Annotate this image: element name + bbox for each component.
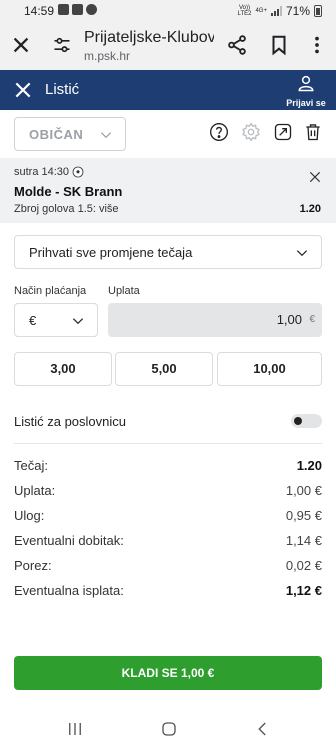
notification-icons: [58, 4, 97, 15]
system-nav-bar: [0, 708, 336, 750]
event-market: Zbroj golova 1.5: više: [14, 203, 119, 215]
close-icon[interactable]: [10, 34, 32, 56]
more-vert-icon[interactable]: [306, 34, 328, 56]
quick-amount-button[interactable]: 3,00: [14, 352, 112, 386]
tune-icon[interactable]: [52, 35, 72, 55]
page-title[interactable]: Prijateljske-Klubovi...: [84, 29, 214, 47]
share-icon[interactable]: [226, 34, 248, 56]
summary-row-odds: Tečaj: 1.20: [14, 458, 322, 476]
place-bet-button[interactable]: KLADI SE 1,00 €: [14, 656, 322, 690]
quick-amount-button[interactable]: 10,00: [217, 352, 322, 386]
payment-method-label: Način plaćanja: [14, 285, 87, 297]
remove-selection-icon[interactable]: [308, 170, 322, 184]
bookmark-icon[interactable]: [268, 34, 290, 56]
divider: [14, 443, 322, 444]
close-betslip-icon[interactable]: [13, 80, 33, 100]
bet-type-select[interactable]: OBIČAN: [14, 117, 126, 151]
summary-row-potential-win: Eventualni dobitak: 1,14 €: [14, 533, 322, 551]
home-icon[interactable]: [160, 720, 178, 738]
settings-icon[interactable]: [241, 122, 261, 142]
summary-value: 1,14 €: [285, 533, 322, 548]
gallery-icon: [58, 4, 69, 15]
summary-label: Tečaj:: [14, 458, 48, 473]
recents-icon[interactable]: [66, 720, 84, 738]
chevron-down-icon: [296, 250, 308, 257]
back-icon[interactable]: [254, 720, 272, 738]
login-label: Prijavi se: [286, 98, 326, 108]
toggle-knob: [294, 417, 302, 425]
stake-currency: €: [309, 314, 315, 325]
battery-icon: [314, 5, 322, 17]
chevron-down-icon: [72, 318, 84, 325]
betslip-header: Listić Prijavi se: [0, 70, 336, 110]
status-time: 14:59: [24, 4, 55, 18]
stake-input[interactable]: 1,00 €: [108, 303, 322, 337]
network-bottom-label: LTE2: [237, 11, 252, 17]
event-time-row: sutra 14:30: [14, 166, 84, 178]
summary-value: 1,00 €: [285, 483, 322, 498]
summary-value: 0,02 €: [285, 558, 322, 573]
summary-label: Eventualna isplata:: [14, 583, 124, 598]
amount-label: Uplata: [108, 285, 140, 297]
bet-type-value: OBIČAN: [29, 127, 84, 142]
event-match: Molde - SK Brann: [14, 184, 123, 199]
share-ticket-icon[interactable]: [273, 122, 293, 142]
currency-value: €: [29, 313, 37, 328]
summary-row-stake: Ulog: 0,95 €: [14, 508, 322, 526]
status-right: Vo)) LTE2 4G+ 71%: [238, 4, 322, 18]
browser-toolbar: Prijateljske-Klubovi... m.psk.hr: [0, 22, 336, 70]
chevron-down-icon: [100, 132, 112, 139]
soccer-ball-icon: [72, 166, 84, 178]
odds-change-select[interactable]: Prihvati sve promjene tečaja: [14, 235, 322, 269]
app-notification-icon: [86, 4, 97, 15]
login-button[interactable]: Prijavi se: [286, 74, 326, 108]
currency-select[interactable]: €: [14, 303, 98, 337]
summary-value: 1,12 €: [285, 583, 322, 598]
betslip-title: Listić: [45, 81, 80, 98]
battery-percent: 71%: [285, 4, 310, 18]
user-icon: [298, 75, 314, 92]
summary-value: 0,95 €: [285, 508, 322, 523]
summary-label: Porez:: [14, 558, 52, 573]
summary-row-payment: Uplata: 1,00 €: [14, 483, 322, 501]
quick-amount-button[interactable]: 5,00: [115, 352, 213, 386]
odds-change-value: Prihvati sve promjene tečaja: [29, 245, 193, 260]
summary-label: Eventualni dobitak:: [14, 533, 124, 548]
event-time: sutra 14:30: [14, 166, 70, 178]
summary-row-payout: Eventualna isplata: 1,12 €: [14, 583, 322, 601]
signal-icon: [270, 6, 282, 16]
page-url[interactable]: m.psk.hr: [84, 49, 130, 63]
help-icon[interactable]: [209, 122, 229, 142]
network-indicator: Vo)) LTE2: [238, 5, 252, 17]
summary-label: Uplata:: [14, 483, 56, 498]
summary-row-tax: Porez: 0,02 €: [14, 558, 322, 576]
summary-value: 1.20: [296, 458, 322, 473]
trash-icon[interactable]: [303, 122, 323, 142]
status-bar: 14:59 Vo)) LTE2 4G+ 71%: [0, 0, 336, 22]
youtube-icon: [72, 4, 83, 15]
event-odd: 1.20: [299, 203, 321, 215]
shop-ticket-label: Listić za poslovnicu: [14, 414, 126, 429]
network-type: 4G+: [255, 8, 267, 14]
bet-selection: sutra 14:30 Molde - SK Brann Zbroj golov…: [0, 158, 336, 223]
summary-label: Ulog:: [14, 508, 45, 523]
stake-value: 1,00: [276, 312, 302, 327]
shop-ticket-toggle[interactable]: [291, 414, 322, 428]
